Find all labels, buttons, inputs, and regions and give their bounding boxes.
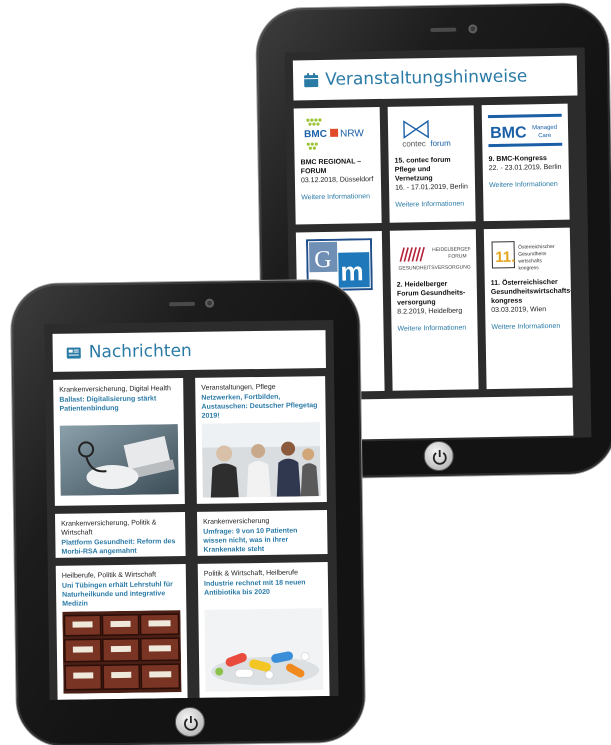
conference-people-photo (201, 422, 321, 498)
news-category: Heilberufe, Politik & Wirtschaft (61, 571, 157, 580)
svg-text:Managed: Managed (532, 125, 557, 131)
news-title[interactable]: Netzwerken, Fortbilden, Austauschen: Deu… (201, 392, 319, 421)
apothecary-drawers-photo (62, 610, 182, 694)
news-card[interactable]: Veranstaltungen, Pflege Netzwerken, Fort… (195, 376, 327, 504)
more-info-link[interactable]: Weitere Informationen (301, 192, 375, 202)
more-info-link[interactable]: Weitere Informationen (395, 199, 469, 209)
news-card[interactable]: Krankenversicherung, Digital Health Ball… (53, 378, 185, 506)
svg-text:contec: contec (402, 139, 426, 148)
news-category: Krankenversicherung, Politik & Wirtschaf… (61, 519, 157, 537)
svg-text:G: G (314, 247, 332, 273)
event-card[interactable]: contec forum 15. contec forum Pflege und… (387, 105, 476, 223)
power-button[interactable] (423, 440, 455, 472)
event-card[interactable]: BMC NRW BMC REGIONAL – FORUM 03.12.2018,… (293, 106, 382, 225)
svg-text:forum: forum (430, 139, 451, 148)
event-title: 11. Österreichischer Gesundheitswirtscha… (490, 278, 573, 306)
speaker-grille (169, 301, 196, 307)
front-tablet: Nachrichten Krankenversicherung, Digital… (10, 279, 366, 745)
news-title[interactable]: Plattform Gesundheit: Reform des Morbi-R… (61, 537, 179, 557)
news-category: Politik & Wirtschaft, Heilberufe (203, 569, 299, 578)
svg-text:Gesundheits: Gesundheits (518, 251, 547, 257)
event-title: 15. contec forum Pflege und Vernetzung (394, 156, 451, 183)
camera-icon (468, 24, 478, 34)
news-category: Krankenversicherung, Digital Health (59, 385, 171, 394)
event-card[interactable]: BMC Managed Care 9. BMC-Kongress 22. - 2… (481, 103, 570, 222)
svg-text:Care: Care (538, 133, 552, 139)
page-title: Nachrichten (88, 340, 192, 363)
contec-forum-logo: contec forum (394, 111, 469, 152)
event-card[interactable]: 11. Österreichischer Gesundheits wirtsch… (483, 227, 573, 390)
power-button[interactable] (174, 706, 206, 738)
news-title[interactable]: Uni Tübingen erhält Lehrstuhl für Naturh… (62, 580, 180, 609)
news-category: Veranstaltungen, Pflege (201, 383, 276, 392)
svg-text:m: m (340, 256, 364, 286)
calendar-icon (304, 73, 319, 88)
newspaper-icon (66, 347, 81, 359)
svg-text:wirtschafts: wirtschafts (518, 258, 542, 264)
news-header: Nachrichten (52, 330, 326, 372)
svg-text:BMC: BMC (490, 124, 527, 142)
svg-text:Österreichischer: Österreichischer (518, 243, 555, 251)
news-title[interactable]: Industrie rechnet mit 18 neuen Antibioti… (204, 578, 322, 598)
news-card[interactable]: Politik & Wirtschaft, Heilberufe Industr… (197, 562, 330, 698)
heidelberger-forum-logo: HEIDELBERGER FORUM GESUNDHEITSVERSORGUNG (396, 235, 471, 276)
power-icon (432, 449, 447, 465)
camera-icon (205, 298, 215, 308)
event-date: 16. - 17.01.2019, Berlin (395, 183, 468, 192)
bmc-nrw-logo: BMC NRW (300, 113, 375, 154)
news-card[interactable]: Heilberufe, Politik & Wirtschaft Uni Tüb… (55, 564, 188, 700)
svg-text:kongress: kongress (518, 265, 539, 271)
news-category: Krankenversicherung (203, 517, 270, 526)
svg-text:11.: 11. (495, 249, 515, 266)
more-info-link[interactable]: Weitere Informationen (491, 322, 565, 332)
news-card[interactable]: Krankenversicherung, Politik & Wirtschaf… (54, 512, 186, 558)
page-title: Veranstaltungshinweise (324, 66, 528, 90)
news-title[interactable]: Ballast: Digitalisierung stärkt Patiente… (59, 394, 177, 414)
doctor-laptop-photo (59, 424, 179, 496)
more-info-link[interactable]: Weitere Informationen (489, 180, 563, 190)
event-date: 03.03.2019, Wien (491, 306, 547, 315)
speaker-grille (430, 27, 457, 33)
svg-text:HEIDELBERGER: HEIDELBERGER (432, 246, 470, 253)
bmc-managed-care-logo: BMC Managed Care (487, 110, 563, 151)
svg-text:GESUNDHEITSVERSORGUNG: GESUNDHEITSVERSORGUNG (398, 264, 470, 271)
news-title[interactable]: Umfrage: 9 von 10 Patienten wissen nicht… (203, 526, 321, 555)
power-icon (184, 715, 198, 731)
event-date: 8.2.2019, Heidelberg (397, 307, 463, 316)
events-header: Veranstaltungshinweise (292, 55, 578, 101)
event-date: 03.12.2018, Düsseldorf (300, 176, 374, 185)
event-title: 2. Heidelberger Forum Gesundheits-versor… (396, 280, 466, 307)
svg-text:NRW: NRW (340, 128, 364, 139)
event-card[interactable]: HEIDELBERGER FORUM GESUNDHEITSVERSORGUNG… (389, 229, 479, 391)
front-screen: Nachrichten Krankenversicherung, Digital… (44, 319, 339, 700)
svg-text:FORUM: FORUM (448, 253, 466, 259)
pills-photo (204, 608, 324, 692)
news-card[interactable]: Krankenversicherung Umfrage: 9 von 10 Pa… (196, 510, 328, 556)
event-date: 22. - 23.01.2019, Berlin (488, 163, 562, 173)
more-info-link[interactable]: Weitere Informationen (397, 323, 471, 333)
oegwk-logo: 11. Österreichischer Gesundheits wirtsch… (490, 234, 565, 275)
event-title: BMC REGIONAL – FORUM (300, 158, 362, 176)
svg-text:BMC: BMC (304, 129, 327, 140)
